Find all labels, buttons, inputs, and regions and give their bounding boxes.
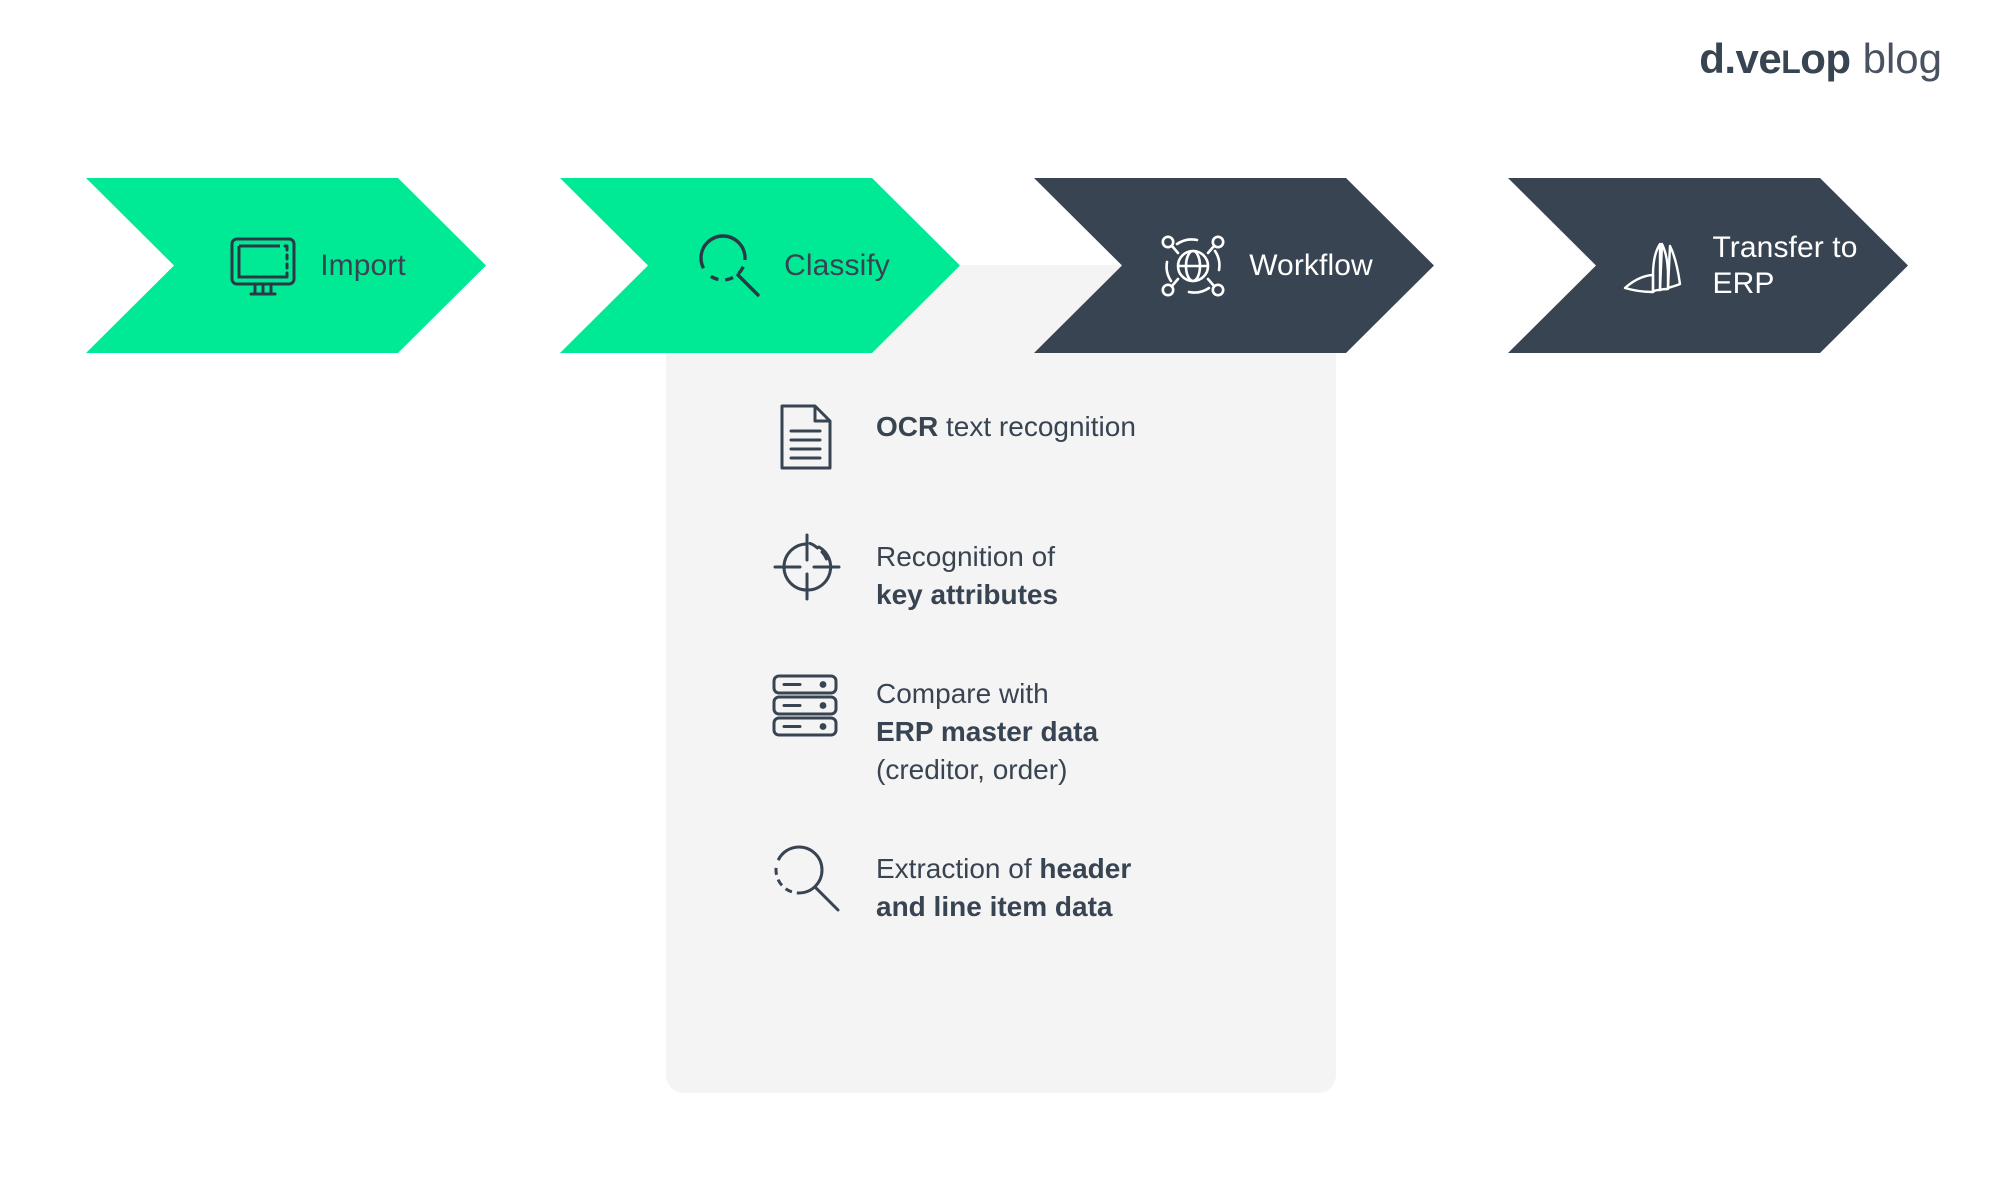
brand-sub: blog xyxy=(1862,35,1942,82)
process-step-import[interactable]: Import xyxy=(86,178,486,353)
detail-item: Extraction of header and line item data xyxy=(770,842,1290,927)
brand-name-part1: d.ve xyxy=(1699,35,1782,82)
detail-item-normal: Extraction of xyxy=(876,852,1040,884)
detail-item-bold: key attributes xyxy=(876,579,1059,611)
detail-item-normal-2: (creditor, order) xyxy=(876,754,1068,786)
process-step-label: Transfer to ERP xyxy=(1712,231,1858,300)
magnifier-icon xyxy=(699,233,760,297)
detail-item-bold: OCR xyxy=(876,411,939,442)
erp-sails-icon xyxy=(1624,242,1682,293)
infographic-canvas: d.veLop blog Import Classify Workflow Tr… xyxy=(0,0,2000,1188)
detail-item-normal: Recognition of xyxy=(876,541,1056,572)
network-globe-icon xyxy=(1161,235,1225,296)
detail-item-text: OCR text recognition xyxy=(876,400,1136,446)
detail-item-text: Compare with ERP master data (creditor, … xyxy=(876,667,1098,790)
detail-item: OCR text recognition xyxy=(770,400,1290,474)
detail-item-normal: text recognition xyxy=(938,411,1136,442)
server-stack-icon xyxy=(772,674,838,737)
process-step-workflow[interactable]: Workflow xyxy=(1034,178,1434,353)
brand-name-part2: op xyxy=(1800,35,1851,82)
document-lines-icon xyxy=(780,404,832,470)
crosshair-target-icon xyxy=(773,533,841,601)
brand-name: d.veLop xyxy=(1699,35,1851,82)
process-chevron-row: Import Classify Workflow Transfer to ERP xyxy=(0,178,2000,353)
detail-item: Recognition of key attributes xyxy=(770,530,1290,615)
process-step-label: Classify xyxy=(784,248,890,282)
detail-item-list: OCR text recognition Recognition of key … xyxy=(770,400,1290,927)
process-step-label: Import xyxy=(320,248,406,282)
process-step-transfer-to-erp[interactable]: Transfer to ERP xyxy=(1508,178,1908,353)
process-step-label: Workflow xyxy=(1249,248,1373,282)
detail-item-text: Extraction of header and line item data xyxy=(876,842,1131,927)
brand-name-smallcap: L xyxy=(1781,44,1801,80)
brand-logo: d.veLop blog xyxy=(1699,38,1942,80)
detail-item-bold: ERP master data xyxy=(876,716,1099,748)
detail-item-normal: Compare with xyxy=(876,677,1049,709)
detail-item-text: Recognition of key attributes xyxy=(876,530,1058,615)
detail-item: Compare with ERP master data (creditor, … xyxy=(770,667,1290,790)
monitor-icon xyxy=(230,237,296,295)
magnifier-icon xyxy=(774,845,840,912)
process-step-classify[interactable]: Classify xyxy=(560,178,960,353)
